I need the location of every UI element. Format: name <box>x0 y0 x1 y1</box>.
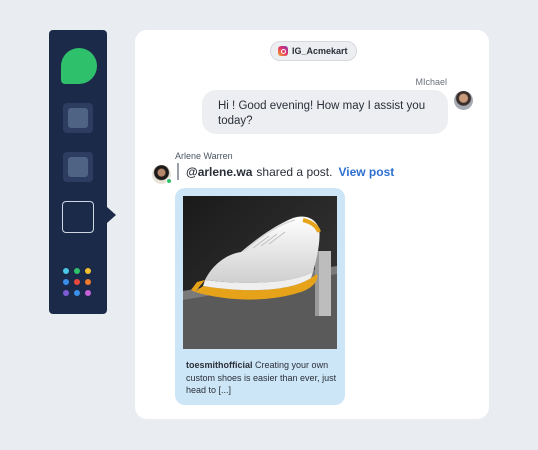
customer-name: Arlene Warren <box>175 151 233 161</box>
apps-grid-icon[interactable] <box>63 268 93 296</box>
sidebar-item-2-icon <box>68 157 88 177</box>
customer-handle[interactable]: @arlene.wa <box>186 165 252 179</box>
app-dot-2 <box>74 268 80 274</box>
agent-message-bubble: Hi ! Good evening! How may I assist you … <box>202 90 448 134</box>
agent-avatar <box>454 91 473 110</box>
view-post-link[interactable]: View post <box>338 165 394 179</box>
post-caption: toesmithofficial Creating your own custo… <box>186 359 338 397</box>
app-logo[interactable] <box>61 48 97 84</box>
agent-name: MIchael <box>415 77 447 87</box>
shared-post-card[interactable]: toesmithofficial Creating your own custo… <box>175 188 345 405</box>
sidebar <box>49 30 107 314</box>
app-dot-9 <box>85 290 91 296</box>
channel-badge[interactable]: IG_Acmekart <box>270 41 357 61</box>
app-dot-5 <box>74 279 80 285</box>
quote-bar <box>177 163 179 180</box>
app-dot-3 <box>85 268 91 274</box>
sidebar-item-1[interactable] <box>63 103 93 133</box>
app-dot-6 <box>85 279 91 285</box>
app-dot-7 <box>63 290 69 296</box>
chat-panel: IG_Acmekart MIchael Hi ! Good evening! H… <box>135 30 489 419</box>
online-status-icon <box>166 178 172 184</box>
sidebar-item-2[interactable] <box>63 152 93 182</box>
instagram-icon <box>278 46 288 56</box>
channel-label: IG_Acmekart <box>292 46 348 56</box>
post-author[interactable]: toesmithofficial <box>186 360 253 370</box>
app-dot-8 <box>74 290 80 296</box>
app-dot-1 <box>63 268 69 274</box>
app-dot-4 <box>63 279 69 285</box>
sidebar-item-1-icon <box>68 108 88 128</box>
active-item-pointer <box>107 207 116 223</box>
sidebar-item-3-active[interactable] <box>62 201 94 233</box>
post-image[interactable] <box>183 196 337 349</box>
share-text: shared a post. <box>256 164 333 179</box>
shared-post-line: @arlene.wa shared a post. View post <box>177 163 394 180</box>
